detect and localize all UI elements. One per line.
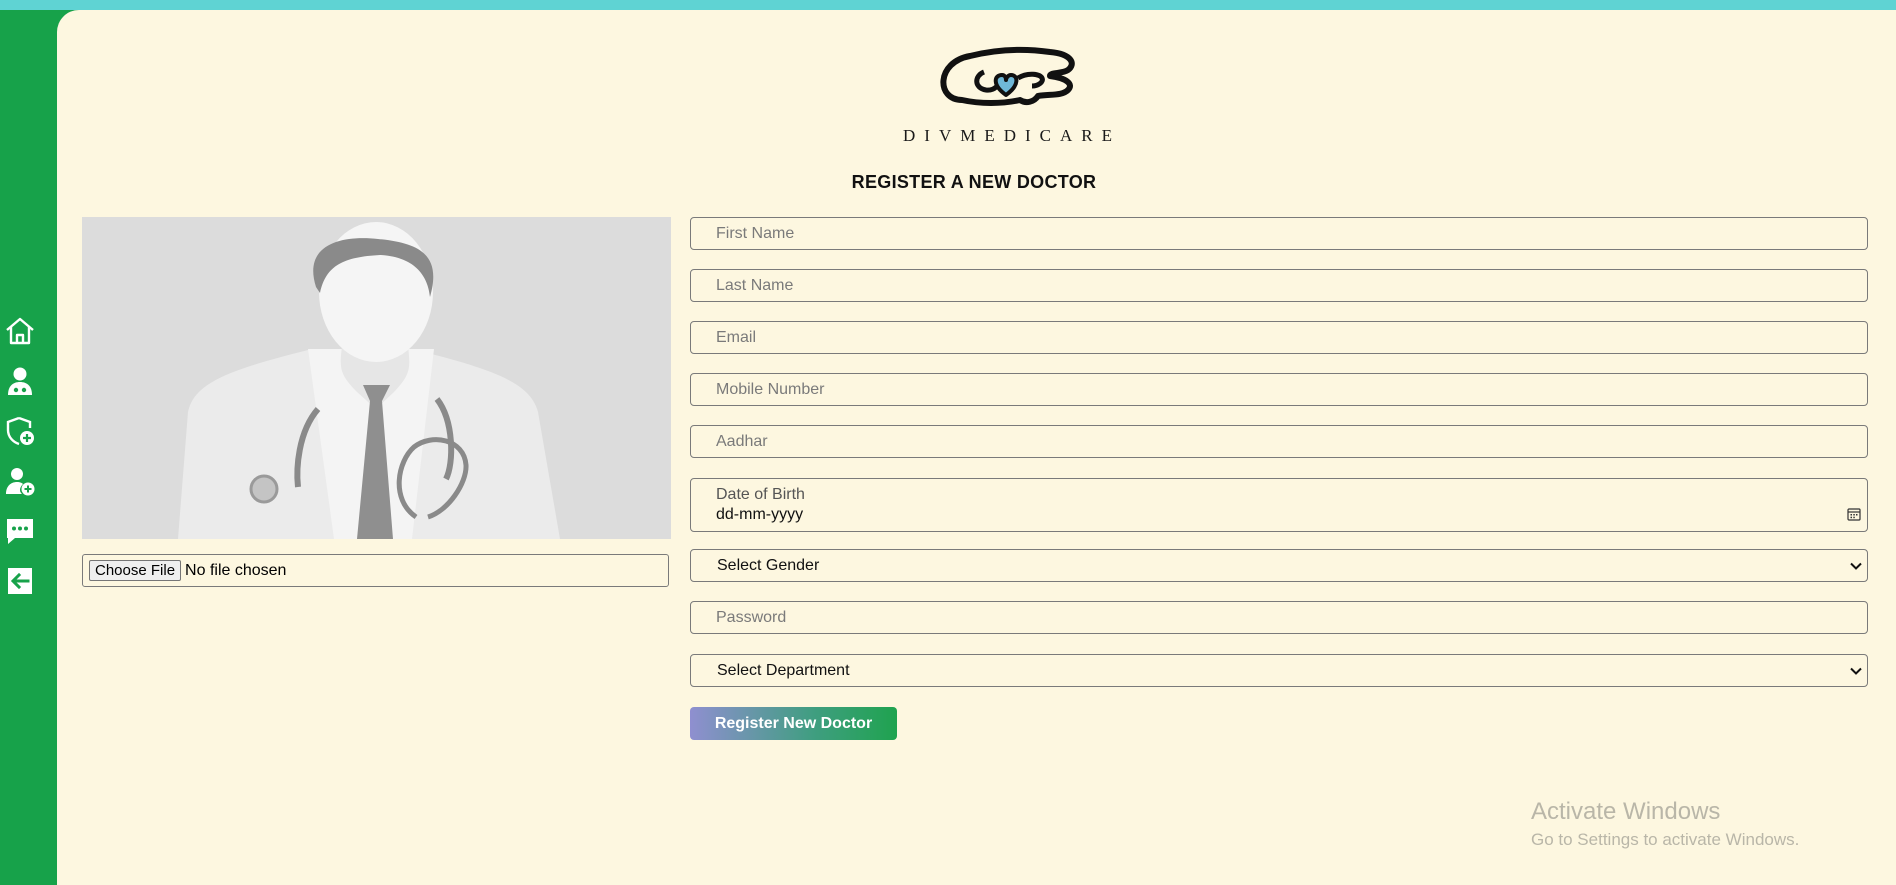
logout-icon[interactable] <box>4 565 36 597</box>
brand-name: DIVMEDICARE <box>903 126 1121 145</box>
photo-file-input[interactable]: Choose File No file chosen <box>82 554 669 587</box>
email-field <box>690 321 1868 354</box>
windows-activation-watermark: Activate Windows Go to Settings to activ… <box>1531 798 1799 850</box>
department-select-value: Select Department <box>717 661 850 679</box>
shield-plus-icon[interactable] <box>4 415 36 447</box>
mobile-number-field <box>690 373 1868 406</box>
chevron-down-icon <box>1850 562 1862 570</box>
watermark-title: Activate Windows <box>1531 798 1721 825</box>
department-select[interactable]: Select Department <box>690 654 1868 687</box>
doctor-photo-placeholder <box>82 217 671 539</box>
aadhar-input[interactable] <box>691 426 1867 457</box>
gender-select[interactable]: Select Gender <box>690 549 1868 582</box>
first-name-input[interactable] <box>691 218 1867 249</box>
home-icon[interactable] <box>4 315 36 347</box>
brand-logo: DIVMEDICARE <box>867 38 1157 158</box>
file-status-text: No file chosen <box>185 561 287 579</box>
top-accent-strip <box>0 0 1896 10</box>
sidebar <box>0 10 57 885</box>
date-of-birth-label: Date of Birth <box>716 486 805 503</box>
date-of-birth-input[interactable]: Date of Birth dd-mm-yyyy <box>690 478 1868 532</box>
chat-icon[interactable] <box>4 515 36 547</box>
watermark-subtitle: Go to Settings to activate Windows. <box>1531 830 1800 849</box>
last-name-field <box>690 269 1868 302</box>
user-plus-icon[interactable] <box>4 465 36 497</box>
calendar-icon[interactable] <box>1847 507 1861 521</box>
mobile-number-input[interactable] <box>691 374 1867 405</box>
page-title: REGISTER A NEW DOCTOR <box>851 172 1097 192</box>
password-input[interactable] <box>691 602 1867 633</box>
brain-heart-logo-icon <box>940 46 1075 106</box>
password-field <box>690 601 1868 634</box>
main-panel: DIVMEDICARE REGISTER A NEW DOCTOR Choose… <box>57 10 1896 885</box>
chevron-down-icon <box>1850 667 1862 675</box>
aadhar-field <box>690 425 1868 458</box>
last-name-input[interactable] <box>691 270 1867 301</box>
date-of-birth-value: dd-mm-yyyy <box>716 506 804 523</box>
doctor-icon[interactable] <box>4 365 36 397</box>
register-doctor-button[interactable]: Register New Doctor <box>690 707 897 740</box>
doctor-silhouette-icon <box>82 217 671 539</box>
choose-file-button[interactable]: Choose File <box>89 560 182 581</box>
first-name-field <box>690 217 1868 250</box>
gender-select-value: Select Gender <box>717 556 820 574</box>
email-input[interactable] <box>691 322 1867 353</box>
